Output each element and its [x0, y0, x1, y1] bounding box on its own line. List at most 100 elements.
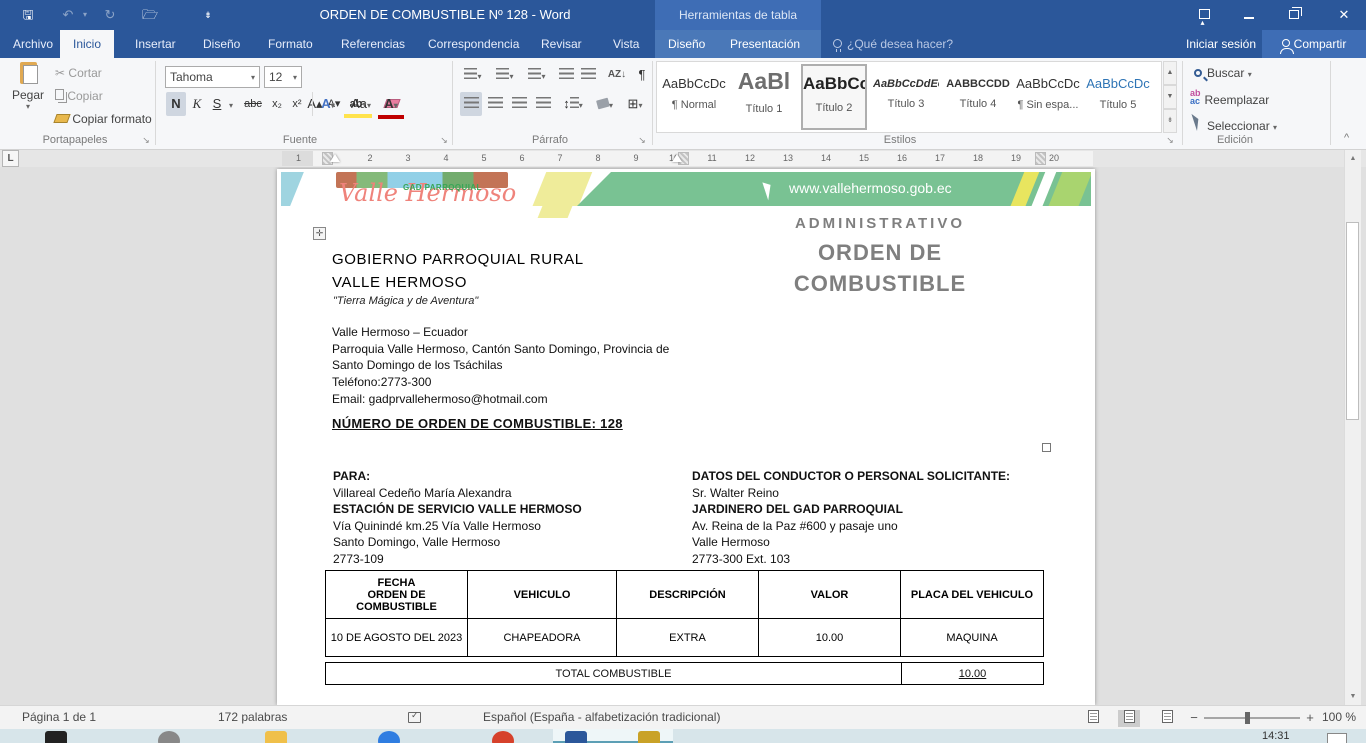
text-effects-button[interactable]: A▾ [318, 92, 338, 116]
bold-button[interactable]: N [166, 92, 186, 116]
clipboard-dialog-launcher-icon[interactable]: ↘ [140, 134, 152, 146]
style-titulo4[interactable]: AABBCCDDTítulo 4 [945, 64, 1011, 130]
undo-dropdown-icon[interactable]: ▾ [80, 6, 90, 24]
style-titulo1[interactable]: AaBlTítulo 1 [731, 64, 797, 130]
start-button-icon[interactable] [45, 731, 67, 743]
decrease-indent-button[interactable] [556, 63, 576, 87]
paste-dropdown-icon[interactable]: ▾ [8, 102, 48, 111]
right-indent-marker[interactable] [672, 154, 682, 162]
file-explorer-icon[interactable] [265, 731, 287, 743]
tab-diseno[interactable]: Diseño [190, 30, 253, 58]
scroll-down-icon[interactable]: ▼ [1346, 689, 1360, 704]
bullets-button[interactable]: ▾ [460, 63, 486, 87]
zoom-slider-thumb[interactable] [1245, 712, 1250, 724]
word-count[interactable]: 172 palabras [218, 706, 287, 730]
indent-marker[interactable] [330, 154, 340, 162]
scroll-up-icon[interactable]: ▲ [1346, 151, 1360, 166]
scrollbar-thumb[interactable] [1346, 222, 1359, 420]
taskbar-clock[interactable]: 14:31 [1262, 730, 1290, 742]
close-icon[interactable]: ✕ [1322, 0, 1366, 30]
header-vehiculo[interactable]: VEHICULO [468, 571, 617, 619]
cell-placa[interactable]: MAQUINA [901, 619, 1044, 657]
highlight-button[interactable]: ab▾ [344, 92, 372, 116]
share-button[interactable]: Compartir [1262, 30, 1366, 58]
table-column-marker[interactable] [1035, 152, 1046, 165]
tab-table-diseno[interactable]: Diseño [655, 30, 718, 58]
read-mode-icon[interactable] [1082, 710, 1104, 727]
web-layout-icon[interactable] [1156, 710, 1178, 727]
align-center-button[interactable] [484, 92, 506, 116]
zoom-in-icon[interactable]: + [1302, 709, 1318, 727]
sign-in-link[interactable]: Iniciar sesión [1186, 30, 1256, 58]
ribbon-display-options-icon[interactable] [1182, 0, 1226, 30]
style-normal[interactable]: AaBbCcDc¶ Normal [661, 64, 727, 130]
paste-button[interactable]: Pegar ▾ [8, 62, 48, 132]
pen-app-icon[interactable] [638, 731, 660, 743]
strikethrough-button[interactable]: abc [240, 92, 266, 116]
line-spacing-button[interactable]: ↕▾ [560, 92, 586, 116]
style-sin-espaciado[interactable]: AaBbCcDc¶ Sin espa... [1015, 64, 1081, 130]
table-move-handle-icon[interactable]: ✛ [313, 227, 326, 240]
tab-selector[interactable]: L [2, 150, 19, 167]
header-valor[interactable]: VALOR [759, 571, 901, 619]
document-page[interactable]: Valle Hermoso GAD PARROQUIAL www.vallehe… [277, 169, 1095, 705]
font-dialog-launcher-icon[interactable]: ↘ [438, 134, 450, 146]
collapse-ribbon-icon[interactable]: ^ [1344, 132, 1349, 144]
header-placa[interactable]: PLACA DEL VEHICULO [901, 571, 1044, 619]
format-painter-button[interactable]: Copiar formato [55, 112, 152, 126]
copy-button[interactable]: Copiar [55, 89, 103, 103]
language-indicator[interactable]: Español (España - alfabetización tradici… [483, 706, 720, 730]
tab-table-presentacion[interactable]: Presentación [717, 30, 813, 58]
tab-correspondencia[interactable]: Correspondencia [415, 30, 532, 58]
underline-dropdown-icon[interactable]: ▾ [226, 92, 236, 116]
font-family-select[interactable]: Tahoma▾ [165, 66, 260, 88]
tray-icon[interactable] [1327, 733, 1347, 743]
italic-button[interactable]: K [188, 92, 206, 116]
style-titulo2-selected[interactable]: AaBbCcTítulo 2 [801, 64, 867, 130]
redo-icon[interactable]: ↻ [100, 6, 120, 24]
cell-fecha[interactable]: 10 DE AGOSTO DEL 2023 [326, 619, 468, 657]
zoom-slider-track[interactable] [1204, 717, 1300, 719]
styles-gallery-more-icon[interactable]: ⇟ [1163, 109, 1177, 133]
tell-me-box[interactable]: ¿Qué desea hacer? [833, 30, 953, 58]
underline-button[interactable]: S [208, 92, 226, 116]
tab-vista[interactable]: Vista [600, 30, 652, 58]
replace-button[interactable]: abacReemplazar [1190, 89, 1269, 107]
zoom-out-icon[interactable]: − [1186, 709, 1202, 727]
font-color-button[interactable]: A▾ [378, 92, 404, 116]
save-icon[interactable]: 🖫 [18, 6, 38, 24]
tab-insertar[interactable]: Insertar [122, 30, 189, 58]
increase-indent-button[interactable] [578, 63, 598, 87]
page-count[interactable]: Página 1 de 1 [22, 706, 96, 730]
tab-revisar[interactable]: Revisar [528, 30, 595, 58]
print-layout-icon[interactable] [1118, 710, 1140, 727]
header-fecha[interactable]: FECHA ORDEN DE COMBUSTIBLE [326, 571, 468, 619]
multilevel-list-button[interactable]: ▾ [524, 63, 550, 87]
sort-button[interactable]: AZ↓ [604, 63, 630, 87]
numbering-button[interactable]: ▾ [492, 63, 518, 87]
selection-handle[interactable] [1042, 443, 1051, 452]
word-taskbar-icon[interactable] [565, 731, 587, 743]
open-icon[interactable]: 🗁 [140, 6, 160, 24]
tab-referencias[interactable]: Referencias [328, 30, 418, 58]
restore-icon[interactable] [1272, 0, 1316, 30]
header-descripcion[interactable]: DESCRIPCIÓN [617, 571, 759, 619]
tab-inicio[interactable]: Inicio [60, 30, 114, 58]
justify-button[interactable] [532, 92, 554, 116]
tab-formato[interactable]: Formato [255, 30, 326, 58]
undo-icon[interactable]: ↶ [58, 6, 78, 24]
style-titulo5[interactable]: AaBbCcDcTítulo 5 [1085, 64, 1151, 130]
borders-button[interactable]: ⊞▾ [622, 92, 648, 116]
align-left-button[interactable] [460, 92, 482, 116]
qat-more-icon[interactable]: ⇟ [198, 6, 218, 24]
superscript-button[interactable]: x² [288, 92, 306, 116]
tab-archivo[interactable]: Archivo [0, 30, 66, 58]
find-button[interactable]: Buscar ▾ [1194, 66, 1252, 80]
search-taskbar-icon[interactable] [158, 731, 180, 743]
proofing-icon[interactable] [408, 712, 421, 726]
styles-scroll-down-icon[interactable]: ▼ [1163, 85, 1177, 109]
pilcrow-button[interactable]: ¶ [634, 63, 650, 87]
cell-vehiculo[interactable]: CHAPEADORA [468, 619, 617, 657]
cell-valor[interactable]: 10.00 [759, 619, 901, 657]
total-value[interactable]: 10.00 [902, 663, 1043, 684]
